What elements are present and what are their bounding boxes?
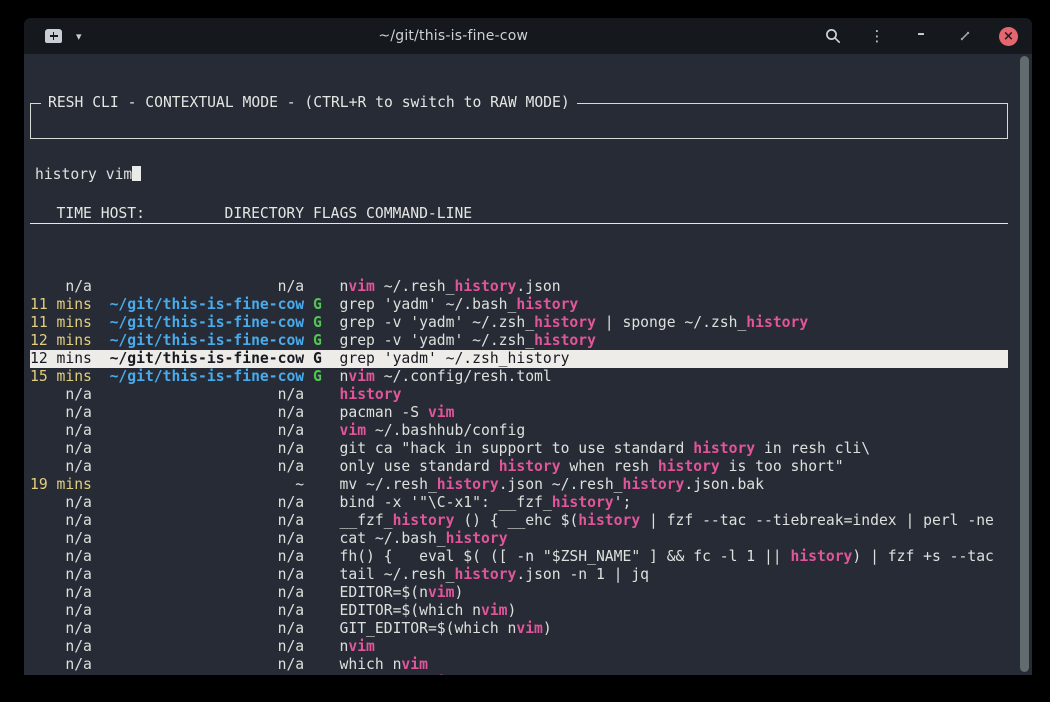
history-row[interactable]: n/a n/a bind -x '"\C-x1": __fzf_history'… xyxy=(30,494,1008,512)
search-box: RESH CLI - CONTEXTUAL MODE - (CTRL+R to … xyxy=(30,103,1008,139)
history-row[interactable]: n/a n/a only use standard history when r… xyxy=(30,458,1008,476)
new-tab-button[interactable] xyxy=(42,26,64,46)
titlebar-left-controls: ▾ xyxy=(42,26,84,46)
history-row[interactable]: n/a n/a git ca "hack in support to use s… xyxy=(30,440,1008,458)
screen: ▾ ~/git/this-is-fine-cow ⋮ – xyxy=(0,0,1050,702)
restore-icon xyxy=(959,30,971,42)
history-list: n/a n/a nvim ~/.resh_history.json11 mins… xyxy=(30,278,1008,675)
history-row[interactable]: n/a n/a EDITOR=$(nvim) xyxy=(30,584,1008,602)
restore-button[interactable] xyxy=(955,26,975,46)
text-cursor xyxy=(132,166,141,181)
terminal-window: ▾ ~/git/this-is-fine-cow ⋮ – xyxy=(24,18,1032,675)
history-row[interactable]: n/a n/a history xyxy=(30,386,1008,404)
history-row-selected[interactable]: 12 mins ~/git/this-is-fine-cow G grep 'y… xyxy=(30,350,1008,368)
history-row[interactable]: n/a n/a which nvim xyxy=(30,656,1008,674)
history-row[interactable]: 15 mins ~/git/this-is-fine-cow G nvim ~/… xyxy=(30,368,1008,386)
search-query: history vim xyxy=(35,166,132,183)
history-row[interactable]: 12 mins ~/git/this-is-fine-cow G grep -v… xyxy=(30,332,1008,350)
titlebar: ▾ ~/git/this-is-fine-cow ⋮ – xyxy=(24,18,1032,54)
scrollbar-thumb[interactable] xyxy=(1020,56,1029,672)
history-row[interactable]: 11 mins ~/git/this-is-fine-cow G grep 'y… xyxy=(30,296,1008,314)
history-row[interactable]: n/a n/a GIT_EDITOR=$(which nvim) xyxy=(30,620,1008,638)
history-row[interactable]: n/a n/a cat .bash_history xyxy=(30,674,1008,675)
history-row[interactable]: n/a n/a __fzf_history () { __ehc $(histo… xyxy=(30,512,1008,530)
history-row[interactable]: n/a n/a nvim xyxy=(30,638,1008,656)
history-row[interactable]: n/a n/a cat ~/.bash_history xyxy=(30,530,1008,548)
history-row[interactable]: n/a n/a fh() { eval $( ([ -n "$ZSH_NAME"… xyxy=(30,548,1008,566)
mode-banner: RESH CLI - CONTEXTUAL MODE - (CTRL+R to … xyxy=(41,94,577,112)
history-row[interactable]: n/a n/a EDITOR=$(which nvim) xyxy=(30,602,1008,620)
minimize-button[interactable]: – xyxy=(911,23,931,49)
search-icon xyxy=(825,28,841,44)
history-row[interactable]: 11 mins ~/git/this-is-fine-cow G grep -v… xyxy=(30,314,1008,332)
history-row[interactable]: 19 mins ~ mv ~/.resh_history.json ~/.res… xyxy=(30,476,1008,494)
new-tab-icon xyxy=(45,29,62,43)
kebab-menu-icon: ⋮ xyxy=(870,29,885,44)
window-title: ~/git/this-is-fine-cow xyxy=(84,28,823,44)
close-button[interactable]: × xyxy=(999,27,1018,46)
history-row[interactable]: n/a n/a tail ~/.resh_history.json -n 1 |… xyxy=(30,566,1008,584)
history-row[interactable]: n/a n/a nvim ~/.resh_history.json xyxy=(30,278,1008,296)
caret-down-icon: ▾ xyxy=(76,30,82,43)
history-row[interactable]: n/a n/a pacman -S vim xyxy=(30,404,1008,422)
search-button[interactable] xyxy=(823,26,843,46)
tab-menu-button[interactable]: ▾ xyxy=(74,27,84,46)
terminal-content: RESH CLI - CONTEXTUAL MODE - (CTRL+R to … xyxy=(24,54,1032,675)
titlebar-right-controls: ⋮ – × xyxy=(823,23,1018,49)
search-input[interactable]: history vim xyxy=(31,158,1007,191)
close-icon: × xyxy=(1003,27,1014,46)
history-row[interactable]: n/a n/a vim ~/.bashhub/config xyxy=(30,422,1008,440)
menu-button[interactable]: ⋮ xyxy=(867,26,887,46)
minimize-icon: – xyxy=(917,26,925,41)
